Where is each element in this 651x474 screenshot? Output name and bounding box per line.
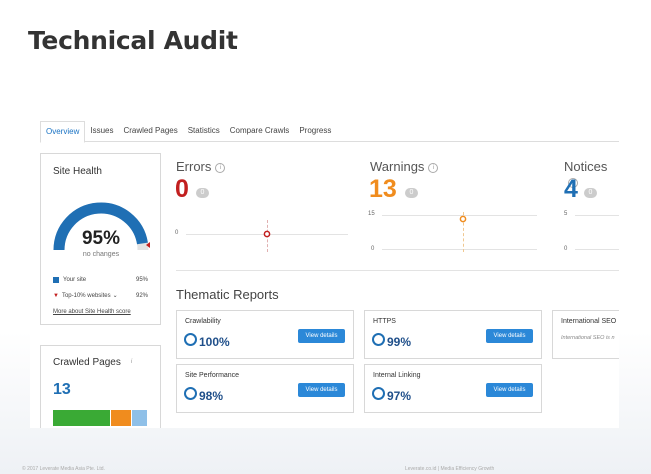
info-icon[interactable]: i (215, 163, 226, 173)
warnings-axis-zero: 0 (371, 246, 375, 252)
screenshot-panel: Overview Issues Crawled Pages Statistics… (30, 112, 619, 428)
notices-top-gridline (575, 215, 619, 216)
crawled-pages-card: Crawled Pages i 13 (40, 345, 161, 428)
progress-ring-icon (372, 387, 385, 400)
warnings-label-text: Warnings (370, 159, 425, 174)
report-name: Internal Linking (373, 372, 421, 379)
site-health-card: Site Health 95% no changes Your site 95%… (40, 153, 161, 325)
errors-axis-zero: 0 (175, 230, 179, 236)
report-card-crawlability: Crawlability 100% View details (176, 310, 354, 359)
site-health-title: Site Health (53, 166, 102, 177)
warnings-count: 13 (369, 175, 397, 203)
tab-crawled-pages[interactable]: Crawled Pages (118, 121, 182, 141)
progress-ring-icon (184, 387, 197, 400)
bar-segment-green (53, 410, 110, 426)
report-name: International SEO (561, 318, 617, 325)
bar-segment-orange (111, 410, 131, 426)
warnings-axis-max: 15 (368, 211, 375, 217)
tab-progress[interactable]: Progress (294, 121, 336, 141)
legend-top10-value: 92% (135, 292, 148, 299)
notices-badge: 0 (584, 188, 597, 198)
legend-your-site-value: 95% (135, 277, 148, 283)
errors-label: Errors i (176, 159, 226, 174)
report-card-international-seo: International SEO International SEO is n (552, 310, 619, 359)
thematic-reports-title: Thematic Reports (176, 287, 279, 302)
notices-count: 4 (564, 175, 578, 203)
info-icon[interactable]: i (428, 163, 439, 173)
report-card-internal-linking: Internal Linking 97% View details (364, 364, 542, 413)
tab-overview[interactable]: Overview (40, 121, 86, 143)
legend-your-site-label: Your site (63, 277, 87, 283)
progress-ring-icon (184, 333, 197, 346)
site-health-link[interactable]: More about Site Health score (53, 309, 131, 315)
warnings-badge: 0 (405, 188, 418, 198)
tab-bar: Overview Issues Crawled Pages Statistics… (40, 121, 619, 143)
warnings-baseline (382, 249, 537, 250)
tab-compare-crawls[interactable]: Compare Crawls (225, 121, 295, 141)
slide-title: Technical Audit (28, 26, 238, 55)
view-details-button[interactable]: View details (298, 329, 345, 343)
view-details-button[interactable]: View details (486, 329, 533, 343)
view-details-button[interactable]: View details (486, 383, 533, 397)
report-score: 98% (199, 389, 224, 403)
legend-top10-label: Top-10% websites (61, 292, 111, 299)
tab-statistics[interactable]: Statistics (183, 121, 225, 141)
legend-your-site: Your site 95% (53, 277, 148, 283)
notices-label-text: Notices (564, 159, 608, 174)
crawled-pages-title-text: Crawled Pages (53, 357, 121, 368)
top10-triangle-icon: ▼ (53, 292, 59, 299)
report-name: HTTPS (373, 318, 396, 325)
view-details-button[interactable]: View details (298, 383, 345, 397)
section-divider (176, 270, 619, 271)
errors-badge: 0 (196, 188, 209, 198)
report-name: Site Performance (185, 372, 240, 379)
report-score: 97% (387, 389, 412, 403)
progress-ring-icon (372, 333, 385, 346)
report-note: International SEO is n (561, 335, 615, 341)
report-score: 99% (387, 335, 412, 349)
errors-label-text: Errors (176, 159, 212, 174)
site-health-percent: 95% (81, 228, 121, 249)
errors-count: 0 (175, 175, 189, 203)
site-health-change: no changes (82, 251, 120, 258)
footer-copyright: © 2017 Leverate Media Asia Pte. Ltd. (22, 466, 105, 472)
bar-segment-blue (132, 410, 147, 426)
your-site-swatch (53, 277, 59, 283)
report-score: 100% (199, 335, 230, 349)
crawled-pages-count: 13 (53, 381, 71, 398)
legend-top10[interactable]: ▼ Top-10% websites ⌄ 92% (53, 292, 148, 300)
warnings-data-point (459, 215, 467, 223)
notices-baseline (575, 249, 619, 250)
crawled-pages-title: Crawled Pages i (53, 357, 136, 368)
chevron-down-icon: ⌄ (112, 293, 118, 299)
tab-issues[interactable]: Issues (85, 121, 118, 141)
report-name: Crawlability (185, 318, 221, 325)
notices-axis-zero: 0 (564, 246, 568, 252)
errors-data-point (263, 230, 271, 238)
warnings-label: Warnings i (370, 159, 439, 174)
crawled-pages-bar (53, 410, 147, 426)
report-card-https: HTTPS 99% View details (364, 310, 542, 359)
notices-axis-max: 5 (564, 211, 568, 217)
info-icon[interactable]: i (128, 358, 136, 366)
report-card-site-performance: Site Performance 98% View details (176, 364, 354, 413)
footer-tagline: Leverate.co.id | Media Efficiency Growth (405, 466, 495, 472)
